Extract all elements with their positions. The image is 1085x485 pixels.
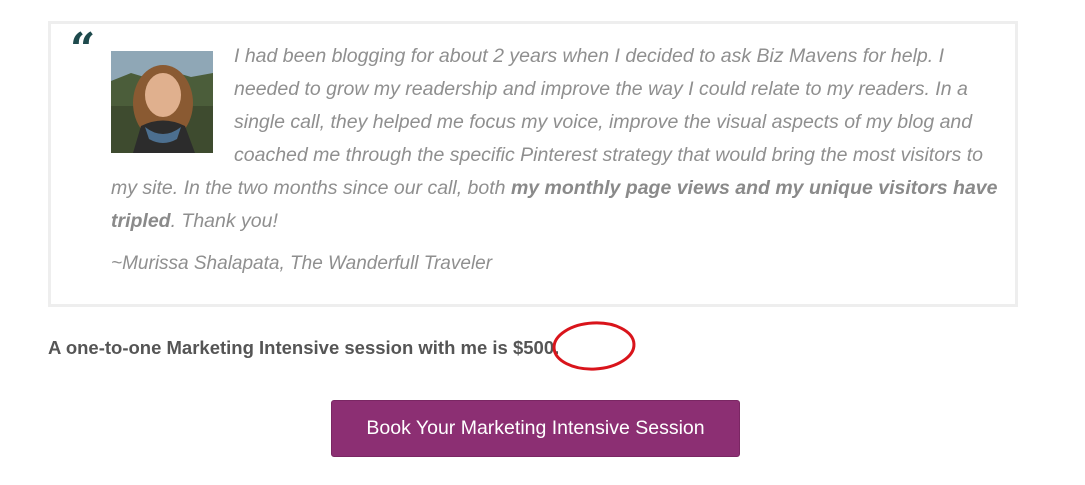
testimonial-attribution: ~Murissa Shalapata, The Wanderfull Trave… [111,253,493,274]
quote-mark-icon: “ [70,24,96,75]
offer-price: $500. [512,337,560,358]
offer-line: A one-to-one Marketing Intensive session… [48,335,559,361]
photo-spacer [111,40,234,170]
testimonial-text: I had been blogging for about 2 years wh… [111,40,1009,238]
testimonial-text-part2: . Thank you! [170,210,278,232]
price-circle-annotation [552,321,636,371]
offer-text: A one-to-one Marketing Intensive session… [48,337,513,358]
testimonial-text-part1: I had been blogging for about 2 years wh… [111,45,983,199]
book-session-button[interactable]: Book Your Marketing Intensive Session [331,400,740,457]
